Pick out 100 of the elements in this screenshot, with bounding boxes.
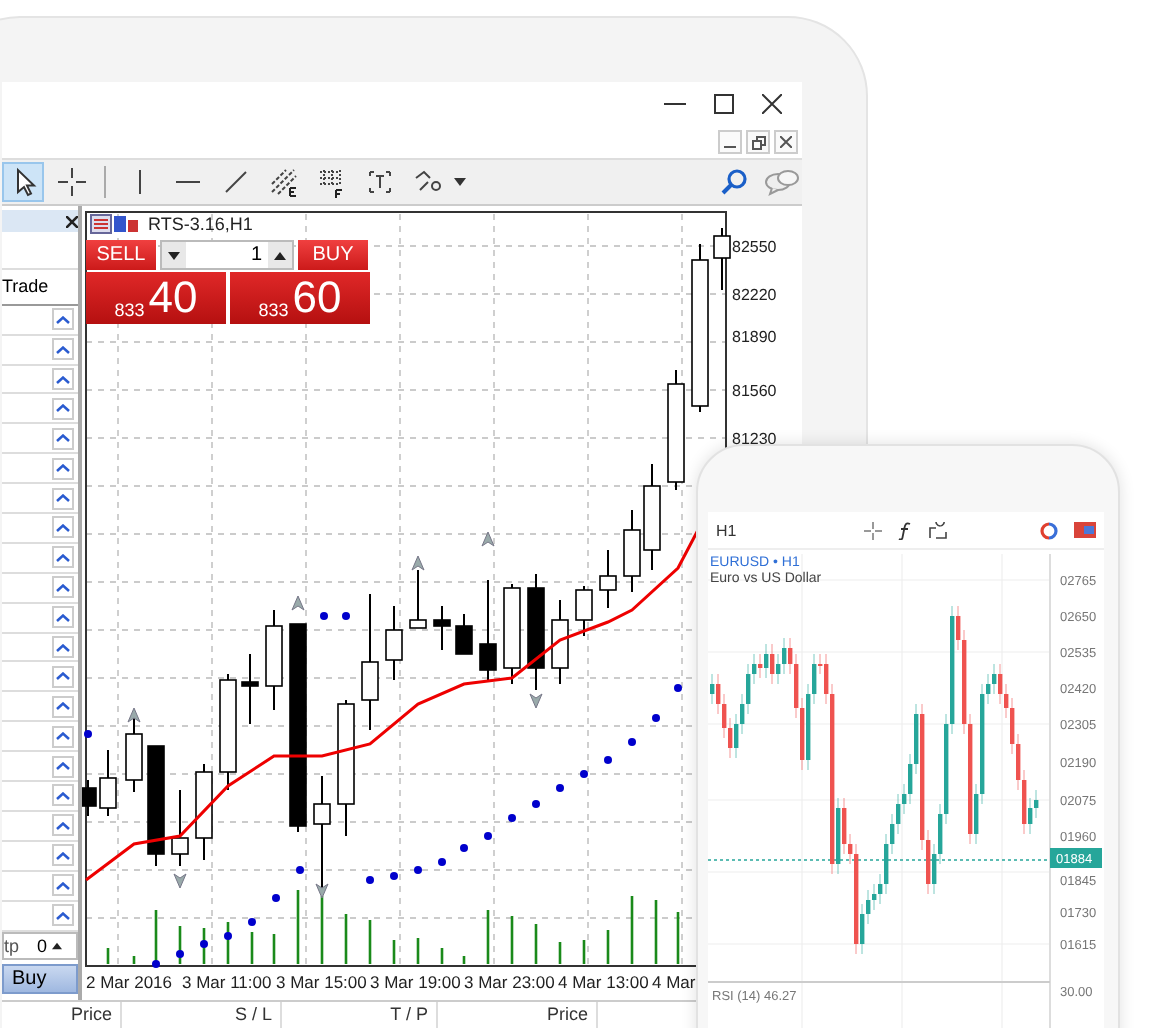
chevron-up-icon xyxy=(56,791,70,800)
caret-up-icon[interactable] xyxy=(51,941,62,950)
indicator-icon[interactable] xyxy=(928,521,948,539)
up-arrow-marker xyxy=(481,531,495,547)
candle xyxy=(623,509,641,594)
sar-dot xyxy=(628,738,636,747)
date-axis-label: 3 Mar 15:00 xyxy=(276,972,367,993)
sar-dot xyxy=(532,800,540,809)
function-icon[interactable] xyxy=(898,521,912,539)
up-arrow-button[interactable] xyxy=(52,874,74,897)
current-price-badge xyxy=(1050,848,1102,868)
up-arrow-button[interactable] xyxy=(52,308,74,331)
chevron-up-icon xyxy=(56,434,70,443)
up-arrow-button[interactable] xyxy=(52,427,74,450)
up-arrow-button[interactable] xyxy=(52,606,74,629)
column-header: Price xyxy=(438,1002,598,1028)
crosshair-icon[interactable] xyxy=(864,521,882,539)
up-arrow-marker xyxy=(411,555,425,571)
sell-button[interactable]: SELL xyxy=(86,240,156,271)
up-arrow-button[interactable] xyxy=(52,725,74,748)
ring-icon[interactable] xyxy=(1040,521,1058,539)
date-axis-label: 4 Mar 13:00 xyxy=(558,972,649,993)
sar-dot xyxy=(272,894,280,903)
minimize-button[interactable] xyxy=(718,130,742,155)
column-header: Trade xyxy=(2,276,49,297)
candle xyxy=(171,789,189,868)
up-arrow-button[interactable] xyxy=(52,665,74,688)
restore-button[interactable] xyxy=(746,130,770,155)
candle xyxy=(219,673,237,792)
chevron-up-icon xyxy=(56,375,70,384)
close-icon xyxy=(780,136,792,149)
sar-dot xyxy=(484,832,492,841)
candle xyxy=(147,745,165,868)
chevron-up-icon xyxy=(56,821,70,830)
candle xyxy=(265,609,283,712)
candle xyxy=(527,573,545,692)
candle xyxy=(599,549,617,610)
up-arrow-button[interactable] xyxy=(52,844,74,867)
sar-dot xyxy=(152,960,160,969)
up-arrow-button[interactable] xyxy=(52,368,74,391)
up-arrow-button[interactable] xyxy=(52,546,74,569)
buy-button[interactable]: BUY xyxy=(298,240,368,271)
buy-button[interactable]: Buy xyxy=(2,964,78,995)
up-arrow-button[interactable] xyxy=(52,695,74,718)
chevron-up-icon xyxy=(56,523,70,532)
sar-dot xyxy=(296,866,304,875)
sar-dot xyxy=(366,876,374,885)
chevron-up-icon xyxy=(56,732,70,741)
up-arrow-button[interactable] xyxy=(52,904,74,927)
candle xyxy=(667,369,685,492)
buy-price-button[interactable]: 833 60 xyxy=(230,272,370,325)
candle xyxy=(361,593,379,732)
chevron-up-icon xyxy=(56,553,70,562)
candle xyxy=(409,569,427,630)
candle xyxy=(643,463,661,572)
up-arrow-button[interactable] xyxy=(52,636,74,659)
sar-dot xyxy=(342,612,350,621)
chevron-up-icon xyxy=(56,911,70,920)
sar-dot xyxy=(674,684,682,693)
candle xyxy=(551,599,569,686)
timeframe-label[interactable]: H1 xyxy=(716,521,737,539)
chevron-up-icon xyxy=(56,613,70,622)
vertical-line-icon xyxy=(137,170,141,195)
up-arrow-marker xyxy=(127,707,141,723)
up-arrow-button[interactable] xyxy=(52,516,74,539)
price-axis-label: 81560 xyxy=(732,382,777,401)
up-arrow-button[interactable] xyxy=(52,397,74,420)
up-arrow-button[interactable] xyxy=(52,784,74,807)
close-icon[interactable] xyxy=(66,215,78,228)
up-arrow-button[interactable] xyxy=(52,755,74,778)
candle xyxy=(713,227,731,292)
sell-price-button[interactable]: 833 40 xyxy=(86,272,226,325)
chart-symbol-title: RTS-3.16,H1 xyxy=(148,214,253,235)
up-arrow-button[interactable] xyxy=(52,814,74,837)
sar-dot xyxy=(652,714,660,723)
chevron-up-icon xyxy=(56,494,70,503)
fibonacci-icon xyxy=(267,166,299,199)
maximize-icon[interactable] xyxy=(714,93,734,114)
grid-icon xyxy=(315,166,347,199)
up-arrow-button[interactable] xyxy=(52,576,74,599)
up-arrow-button[interactable] xyxy=(52,457,74,480)
restore-icon xyxy=(751,135,765,150)
column-header: S / L xyxy=(122,1002,282,1028)
candle xyxy=(503,583,521,686)
up-arrow-button[interactable] xyxy=(52,487,74,510)
sar-dot xyxy=(580,770,588,779)
sar-dot xyxy=(604,756,612,765)
down-arrow-marker xyxy=(529,693,543,709)
volume-spinner[interactable]: 1 xyxy=(160,240,294,271)
caret-down-icon xyxy=(168,251,180,260)
chevron-up-icon xyxy=(56,404,70,413)
up-arrow-button[interactable] xyxy=(52,338,74,361)
sar-dot xyxy=(224,932,232,941)
sar-dot xyxy=(320,612,328,621)
cursor-tool-button[interactable] xyxy=(2,162,44,203)
sar-dot xyxy=(508,814,516,823)
down-arrow-marker xyxy=(315,883,329,899)
close-button[interactable] xyxy=(774,130,798,155)
close-icon[interactable] xyxy=(762,93,782,114)
caret-down-icon[interactable] xyxy=(454,178,466,187)
